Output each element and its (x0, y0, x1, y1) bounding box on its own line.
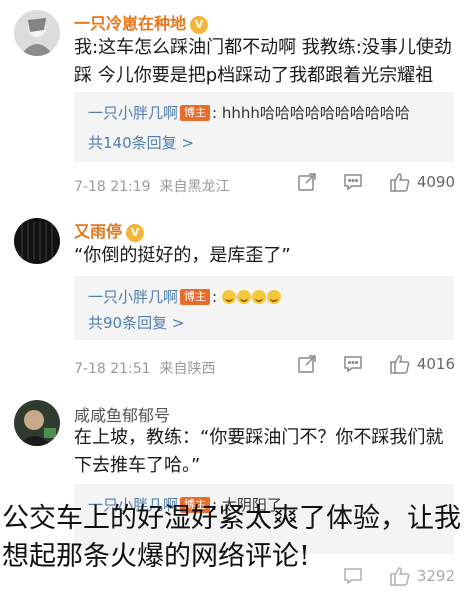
laughing-emoji-icon (221, 288, 282, 306)
comment-location: 来自黑龙江 (159, 179, 230, 195)
comment-text: 在上坡，教练：“你要踩油门不？你不踩我们就下去推车了哈。” (74, 427, 444, 476)
vip-badge-icon: V (190, 16, 209, 34)
comment-username-text[interactable]: 咸咸鱼郁郁号 (74, 406, 170, 425)
reply-box[interactable]: 一只小胖几啊 博主: 共90条回复 > (74, 276, 454, 340)
comment-location: 来自陕西 (159, 361, 216, 377)
share-icon (298, 355, 316, 373)
comment-actions: 4090 (297, 172, 455, 192)
host-badge: 博主 (180, 289, 211, 305)
like-button[interactable]: 4016 (389, 354, 455, 374)
reply-count-link[interactable]: 共140条回复 > (88, 132, 194, 153)
reply-line: 一只小胖几啊 博主: (88, 286, 282, 307)
overlay-caption: 公交车上的好湿好紧太爽了体验，让我想起那条火爆的网络评论! (2, 503, 461, 572)
comment-text: “你倒的挺好的，是库歪了” (74, 245, 291, 266)
comment-actions: 4016 (297, 354, 455, 374)
comment-text: 我:这车怎么踩油门都不动啊 我教练:没事儿使劲踩 今儿你要是把p档踩动了我都跟着… (74, 37, 452, 86)
like-count: 4090 (416, 173, 455, 191)
comment-meta: 7-18 21:51 来自陕西 (74, 358, 215, 378)
like-button[interactable]: 4090 (389, 172, 455, 192)
comment-date: 7-18 21:19 (74, 179, 151, 195)
comment-meta: 7-18 21:19 来自黑龙江 (74, 176, 229, 196)
reply-line: 一只小胖几啊 博主: hhhh哈哈哈哈哈哈哈哈哈哈 (88, 102, 410, 123)
comment-feed: 一只冷崽在种地 V 我:这车怎么踩油门都不动啊 我教练:没事儿使劲踩 今儿你要是把… (0, 0, 467, 600)
reply-button[interactable] (343, 172, 363, 192)
share-button[interactable] (297, 172, 317, 192)
reply-text: : hhhh哈哈哈哈哈哈哈哈哈哈 (212, 104, 410, 122)
share-button[interactable] (297, 354, 317, 374)
thumbs-up-icon (390, 173, 410, 192)
avatar[interactable] (14, 10, 60, 56)
comment-username[interactable]: 又雨停 V (74, 218, 145, 242)
comment-username[interactable]: 咸咸鱼郁郁号 (74, 402, 170, 426)
thumbs-up-icon (390, 355, 410, 374)
comment-username[interactable]: 一只冷崽在种地 V (74, 10, 209, 34)
comment-icon (344, 356, 362, 373)
share-icon (298, 173, 316, 191)
comment-icon (344, 174, 362, 191)
reply-text: : (212, 288, 218, 306)
reply-author[interactable]: 一只小胖几啊 (88, 104, 178, 122)
reply-box[interactable]: 一只小胖几啊 博主: hhhh哈哈哈哈哈哈哈哈哈哈 共140条回复 > (74, 92, 454, 162)
reply-author[interactable]: 一只小胖几啊 (88, 288, 178, 306)
like-count: 4016 (416, 355, 455, 373)
reply-count-link[interactable]: 共90条回复 > (88, 312, 184, 333)
host-badge: 博主 (180, 105, 211, 121)
comment-date: 7-18 21:51 (74, 361, 151, 377)
avatar[interactable] (14, 218, 60, 264)
comment-username-text[interactable]: 一只冷崽在种地 (74, 14, 186, 33)
comment-username-text[interactable]: 又雨停 (74, 222, 122, 241)
avatar[interactable] (14, 400, 60, 446)
reply-button[interactable] (343, 354, 363, 374)
vip-badge-icon: V (126, 224, 145, 242)
